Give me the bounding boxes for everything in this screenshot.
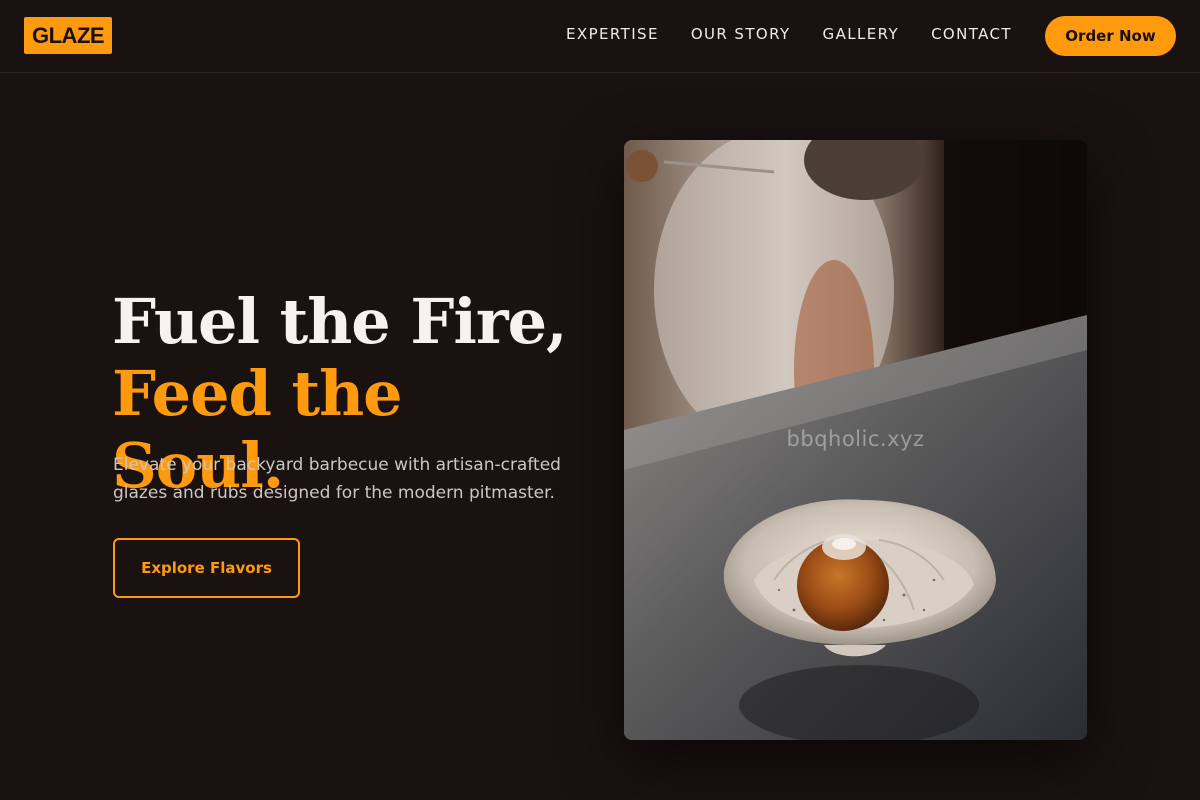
explore-flavors-button[interactable]: Explore Flavors — [113, 538, 300, 598]
nav-link-expertise[interactable]: EXPERTISE — [566, 24, 659, 44]
site-header: GLAZE EXPERTISE OUR STORY GALLERY CONTAC… — [0, 0, 1200, 73]
hero-subtitle: Elevate your backyard barbecue with arti… — [113, 455, 561, 503]
nav-link-contact[interactable]: CONTACT — [931, 24, 1012, 44]
hero-image: bbqholic.xyz — [624, 140, 1087, 740]
nav-link-our-story[interactable]: OUR STORY — [691, 24, 791, 44]
hero-title-line-1: Fuel the Fire, — [112, 285, 568, 358]
nav-link-gallery[interactable]: GALLERY — [823, 24, 900, 44]
brand-logo[interactable]: GLAZE — [24, 17, 113, 54]
order-now-button[interactable]: Order Now — [1045, 16, 1176, 56]
image-watermark: bbqholic.xyz — [786, 427, 925, 451]
main-nav: EXPERTISE OUR STORY GALLERY CONTACT — [566, 24, 1012, 44]
